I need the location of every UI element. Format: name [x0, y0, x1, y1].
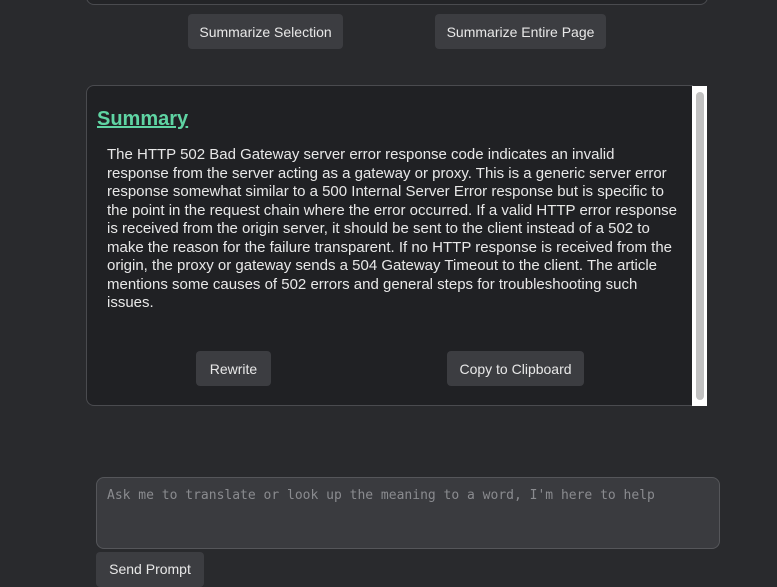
prompt-input[interactable] [96, 477, 720, 549]
summarize-selection-button[interactable]: Summarize Selection [188, 14, 343, 49]
previous-output-box [86, 0, 708, 5]
summarize-page-button[interactable]: Summarize Entire Page [435, 14, 606, 49]
summary-text: The HTTP 502 Bad Gateway server error re… [107, 146, 678, 311]
summary-title: Summary [97, 108, 189, 130]
summary-scrollbar-thumb[interactable] [696, 92, 704, 400]
summary-panel: Summary The HTTP 502 Bad Gateway server … [86, 85, 693, 406]
summary-scrollbar[interactable] [692, 86, 707, 406]
rewrite-button[interactable]: Rewrite [196, 351, 271, 386]
send-prompt-button[interactable]: Send Prompt [96, 552, 204, 587]
copy-to-clipboard-button[interactable]: Copy to Clipboard [447, 351, 584, 386]
